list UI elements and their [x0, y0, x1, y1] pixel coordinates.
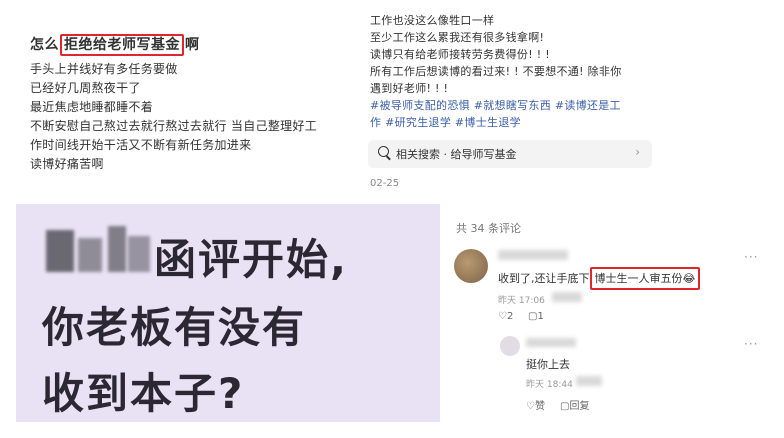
- related-search-bar[interactable]: 相关搜索 · 给导师写基金 ›: [368, 140, 652, 168]
- comment-text-before: 收到了,还让手底下: [498, 272, 590, 285]
- blurred-location: [576, 376, 602, 386]
- related-search-label: 相关搜索 · 给导师写基金: [396, 148, 517, 161]
- blurred-text: [128, 236, 150, 272]
- reply-label: 回复: [569, 401, 590, 412]
- post-line: 工作也没这么像牲口一样: [370, 14, 495, 27]
- reply-button[interactable]: ▢回复: [560, 397, 589, 412]
- like-button[interactable]: ♡2: [498, 311, 513, 322]
- avatar[interactable]: [500, 336, 520, 356]
- blurred-text: [108, 226, 126, 272]
- heart-icon: ♡: [526, 401, 535, 412]
- reply-count: 1: [537, 311, 544, 322]
- comment-time: 昨天 18:44: [526, 380, 573, 390]
- overlay-text-line: 函评开始,: [154, 235, 348, 284]
- reply-button[interactable]: ▢1: [528, 311, 544, 322]
- post-line: 最近焦虑地睡都睡不着: [30, 100, 154, 114]
- like-count: 2: [506, 311, 514, 322]
- comment-text: 收到了,还让手底下 博士生一人审五份😂: [498, 267, 701, 290]
- blurred-text: [46, 230, 74, 272]
- comment-count: 共 34 条评论: [456, 222, 521, 235]
- more-options-icon[interactable]: ···: [744, 337, 758, 351]
- blurred-username: [526, 338, 576, 347]
- post-line: 已经好几周熬夜干了: [30, 81, 141, 95]
- like-label: 赞: [534, 401, 545, 412]
- comment-text-highlight: 博士生一人审五份😂: [589, 267, 701, 290]
- hashtag-line[interactable]: 作 #研究生退学 #博士生退学: [370, 114, 521, 130]
- blurred-location: [552, 292, 582, 302]
- post-title: 怎么 拒绝给老师写基金啊: [30, 34, 200, 56]
- laugh-emoji-icon: 😂: [682, 272, 696, 285]
- overlay-text-line: 你老板有没有: [42, 303, 307, 352]
- blurred-username: [498, 250, 568, 260]
- like-button[interactable]: ♡赞: [526, 397, 545, 412]
- heart-icon: ♡: [498, 311, 507, 322]
- post-line: 不断安慰自己熬过去就行熬过去就行 当自己整理好工: [30, 119, 318, 133]
- avatar[interactable]: [454, 249, 488, 283]
- title-after: 啊: [185, 37, 200, 53]
- post-date: 02-25: [370, 178, 400, 189]
- more-options-icon[interactable]: ···: [744, 250, 758, 264]
- title-before: 怎么: [30, 37, 59, 53]
- post-line: 至少工作这么累我还有很多钱拿啊!: [370, 31, 545, 44]
- post-line: 所有工作后想读博的看过来! ! 不要想不通! 除非你: [370, 65, 622, 78]
- post-line: 读博好痛苦啊: [30, 157, 104, 171]
- post-line: 作时间线开始干活又不断有新任务加进来: [30, 138, 252, 152]
- chevron-right-icon: ›: [635, 145, 640, 159]
- post-line: 遇到好老师! ! !: [370, 82, 449, 95]
- hashtag-line[interactable]: #被导师支配的恐惧 #就想瞎写东西 #读博还是工: [370, 97, 621, 113]
- search-icon: [378, 146, 389, 157]
- meme-image: 函评开始, 你老板有没有 收到本子?: [16, 204, 440, 422]
- blurred-text: [78, 238, 102, 272]
- post-line: 手头上并线好有多任务要做: [30, 62, 178, 76]
- overlay-text-line: 收到本子?: [42, 369, 245, 418]
- comment-text: 挺你上去: [526, 358, 570, 371]
- post-line: 读博只有给老师接转劳务费得份! ! !: [370, 48, 550, 61]
- title-highlight: 拒绝给老师写基金: [60, 34, 184, 56]
- comment-time: 昨天 17:06: [498, 296, 545, 306]
